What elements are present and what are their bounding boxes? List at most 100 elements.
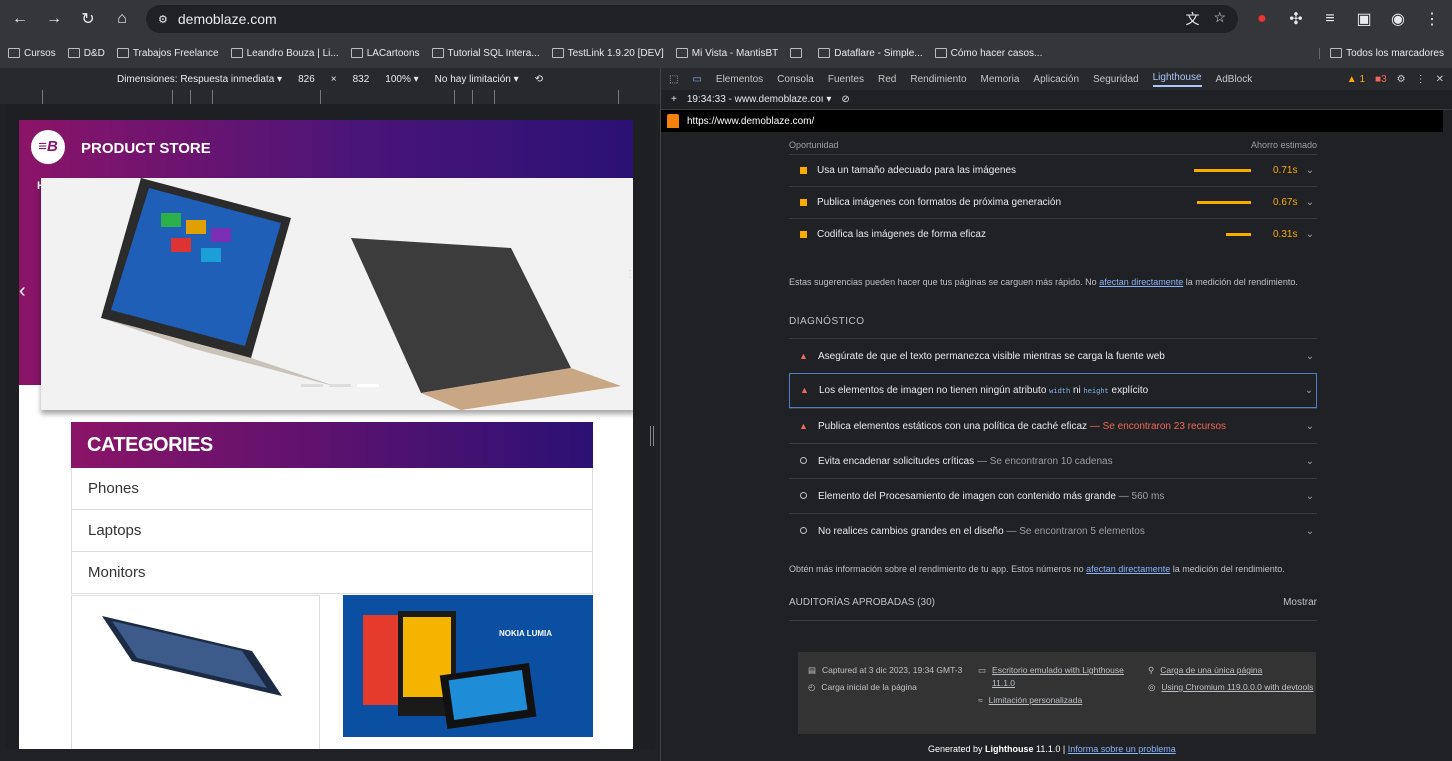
product-card-galaxy[interactable] (71, 595, 320, 749)
site-info-icon[interactable]: ⚙ (158, 13, 168, 26)
bookmark-item[interactable]: Cursos (8, 48, 56, 59)
tab-aplicación[interactable]: Aplicación (1033, 74, 1079, 85)
chevron-down-icon[interactable]: ⌄ (1303, 165, 1317, 176)
menu-icon[interactable]: ⋮ (1422, 9, 1442, 29)
tab-adblock[interactable]: AdBlock (1216, 74, 1253, 85)
forward-icon[interactable]: → (44, 10, 64, 28)
perf-link[interactable]: afectan directamente (1099, 277, 1183, 287)
opportunity-row[interactable]: Publica imágenes con formatos de próxima… (789, 186, 1317, 218)
reload-icon[interactable]: ↻ (78, 9, 98, 29)
bookmark-label: Leandro Bouza | Li... (246, 47, 339, 59)
chevron-down-icon[interactable]: ⌄ (1303, 197, 1317, 208)
rotate-icon[interactable]: ⟲ (535, 74, 543, 85)
categories-title[interactable]: CATEGORIES (71, 422, 593, 468)
store-title[interactable]: PRODUCT STORE (81, 140, 211, 157)
bookmark-icon (116, 48, 129, 58)
tab-consola[interactable]: Consola (777, 74, 814, 85)
tab-elementos[interactable]: Elementos (716, 74, 763, 85)
warning-square-icon (800, 231, 807, 238)
category-laptops[interactable]: Laptops (71, 510, 593, 552)
carousel-prev-icon[interactable]: ‹ (19, 280, 26, 303)
side-panel-icon[interactable]: ▣ (1354, 9, 1374, 29)
zoom-select[interactable]: 100% ▾ (385, 74, 418, 85)
bookmark-icon (675, 48, 688, 58)
diagnostic-label: Publica elementos estáticos con una polí… (818, 421, 1303, 432)
bookmark-item[interactable]: Mi Vista - MantisBT (675, 48, 778, 59)
device-toggle-icon[interactable]: ▭ (692, 74, 701, 85)
timer-icon: ◴ (808, 682, 816, 692)
tab-seguridad[interactable]: Seguridad (1093, 74, 1139, 85)
viewport-resize-handle[interactable] (650, 426, 654, 446)
fail-triangle-icon: ▲ (799, 350, 808, 361)
new-report-icon[interactable]: + (671, 94, 677, 105)
diagnostic-label: Asegúrate de que el texto permanezca vis… (818, 351, 1303, 362)
back-icon[interactable]: ← (10, 10, 30, 28)
width-input[interactable]: 826 (298, 74, 315, 85)
extension-icon[interactable]: ● (1252, 10, 1272, 28)
carousel-next-icon[interactable]: ⋮ (625, 269, 635, 280)
carousel-indicators[interactable] (301, 384, 379, 387)
savings-bar (1197, 201, 1251, 204)
reading-list-icon[interactable]: ≡ (1320, 10, 1340, 28)
bookmark-item[interactable] (790, 48, 806, 58)
bookmark-star-icon[interactable]: ☆ (1213, 9, 1226, 29)
warning-count[interactable]: ▲ 1 (1347, 74, 1365, 85)
bookmark-item[interactable]: Cómo hacer casos... (934, 48, 1042, 59)
tab-rendimiento[interactable]: Rendimiento (910, 74, 966, 85)
bookmark-item[interactable]: Tutorial SQL Intera... (431, 48, 540, 59)
bookmark-item[interactable]: D&D (67, 48, 105, 59)
product-carousel[interactable] (41, 178, 633, 410)
report-issue-link[interactable]: Informa sobre un problema (1068, 744, 1176, 754)
inspect-icon[interactable]: ⬚ (669, 74, 678, 85)
chevron-down-icon[interactable]: ⌄ (1303, 526, 1317, 537)
diagnostic-title: Los elementos de imagen no tienen ningún… (819, 385, 1050, 396)
bookmark-item[interactable]: Trabajos Freelance (116, 48, 219, 59)
close-icon[interactable]: ✕ (1436, 74, 1444, 85)
clear-icon[interactable]: ⊘ (841, 94, 849, 105)
throttle-select[interactable]: No hay limitación ▾ (435, 74, 519, 85)
category-phones[interactable]: Phones (71, 468, 593, 510)
opportunity-row[interactable]: Usa un tamaño adecuado para las imágenes… (789, 154, 1317, 186)
opportunity-row[interactable]: Codifica las imágenes de forma eficaz 0.3… (789, 218, 1317, 250)
chevron-down-icon[interactable]: ⌄ (1303, 491, 1317, 502)
category-monitors[interactable]: Monitors (71, 552, 593, 594)
settings-icon[interactable]: ⚙ (1397, 74, 1406, 85)
perf-link-2[interactable]: afectan directamente (1086, 564, 1170, 574)
chevron-down-icon[interactable]: ⌄ (1303, 421, 1317, 432)
home-icon[interactable]: ⌂ (112, 10, 132, 28)
bookmark-item[interactable]: Leandro Bouza | Li... (230, 47, 339, 59)
bookmark-item[interactable]: Dataflare - Simple... (818, 48, 923, 59)
chevron-down-icon[interactable]: ⌄ (1302, 385, 1316, 396)
tab-lighthouse[interactable]: Lighthouse (1152, 72, 1202, 87)
diagnostic-row[interactable]: ▲ Publica elementos estáticos con una pol… (789, 408, 1317, 443)
avatar[interactable]: ◉ (1388, 9, 1408, 29)
error-count[interactable]: ■3 (1375, 74, 1387, 85)
passed-audits[interactable]: AUDITORÍAS APROBADAS (30) Mostrar (789, 597, 1317, 621)
dimensions-select[interactable]: Dimensiones: Respuesta inmediata ▾ (117, 74, 282, 85)
bookmark-item[interactable]: LACartoons (350, 48, 420, 59)
diagnostic-row[interactable]: Elemento del Procesamiento de imagen con… (789, 478, 1317, 513)
height-input[interactable]: 832 (353, 74, 370, 85)
diagnostic-row[interactable]: ▲ Los elementos de imagen no tienen ningú… (789, 373, 1317, 408)
all-bookmarks[interactable]: Todos los marcadores (1319, 47, 1444, 59)
address-bar[interactable]: ⚙ demoblaze.com 文 ☆ (146, 5, 1238, 33)
diagnostic-row[interactable]: Evita encadenar solicitudes críticas — S… (789, 443, 1317, 478)
store-logo[interactable]: ≡B (31, 130, 65, 164)
tab-red[interactable]: Red (878, 74, 896, 85)
chevron-down-icon[interactable]: ⌄ (1303, 351, 1317, 362)
bookmark-item[interactable]: TestLink 1.9.20 [DEV] (551, 48, 664, 59)
tab-memoria[interactable]: Memoria (981, 74, 1020, 85)
report-select[interactable]: 19:34:33 - www.demoblaze.coı ▾ (687, 94, 832, 105)
more-icon[interactable]: ⋮ (1416, 74, 1426, 85)
diagnostic-row[interactable]: No realices cambios grandes en el diseño… (789, 513, 1317, 548)
tab-fuentes[interactable]: Fuentes (828, 74, 864, 85)
product-card-nokia[interactable]: NOKIA LUMIA (343, 595, 593, 737)
translate-icon[interactable]: 文 (1185, 9, 1199, 29)
diagnostic-label: Los elementos de imagen no tienen ningún… (819, 385, 1302, 396)
chevron-down-icon[interactable]: ⌄ (1303, 456, 1317, 467)
chevron-down-icon[interactable]: ⌄ (1303, 229, 1317, 240)
media-query-ruler (0, 90, 660, 104)
extensions-puzzle-icon[interactable]: ✣ (1286, 9, 1306, 29)
show-button[interactable]: Mostrar (1283, 597, 1317, 608)
diagnostic-row[interactable]: ▲ Asegúrate de que el texto permanezca vi… (789, 338, 1317, 373)
